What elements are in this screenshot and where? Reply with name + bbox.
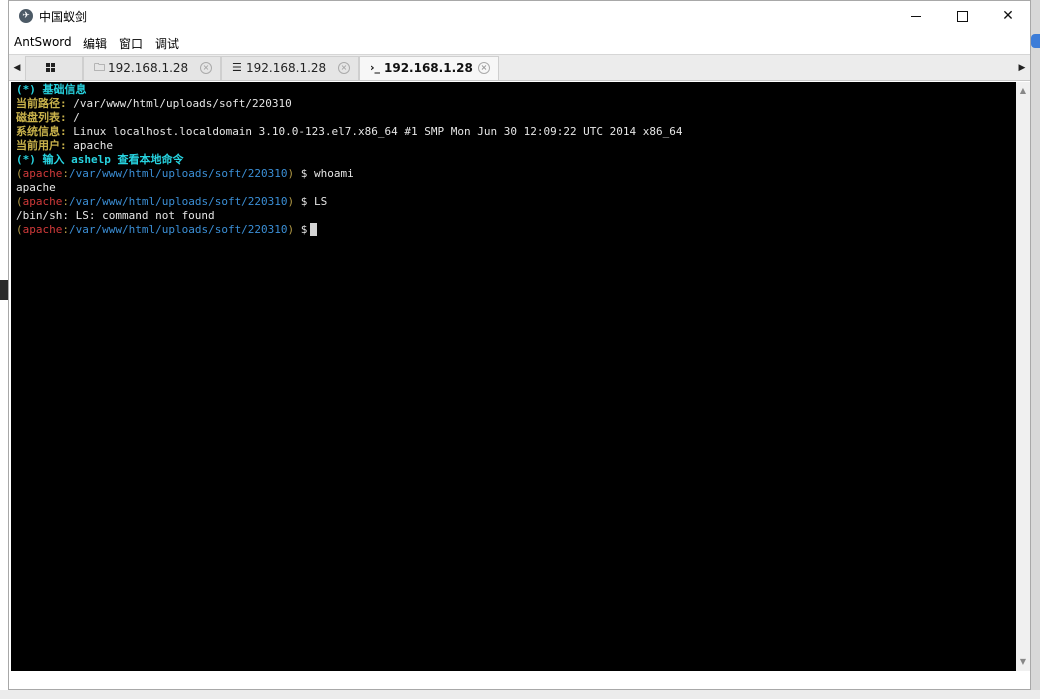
user-value: apache xyxy=(66,139,113,152)
menu-edit[interactable]: 编辑 xyxy=(83,35,107,52)
maximize-button[interactable] xyxy=(939,1,985,31)
grid-icon xyxy=(46,63,56,73)
tab-label: 192.168.1.28 xyxy=(108,61,189,75)
maximize-icon xyxy=(956,10,968,22)
background-window-right xyxy=(1031,0,1040,699)
terminal-cursor[interactable] xyxy=(310,223,318,236)
tab-file-manager[interactable]: 🗀 192.168.1.28 × xyxy=(83,56,221,80)
path-label: 当前路径: xyxy=(16,97,67,110)
disk-value: / xyxy=(66,111,80,124)
help-line: (*) 输入 ashelp 查看本地命令 xyxy=(16,153,184,166)
menu-bar: AntSword 编辑 窗口 调试 xyxy=(9,31,1030,53)
tab-label: 192.168.1.28 xyxy=(246,61,327,75)
command-text: LS xyxy=(307,195,328,208)
command-output: apache xyxy=(16,181,56,194)
active-prompt-line: (apache:/var/www/html/uploads/soft/22031… xyxy=(16,223,683,237)
prompt-path: /var/www/html/uploads/soft/220310 xyxy=(69,223,288,236)
system-label: 系统信息: xyxy=(16,125,67,138)
antsword-window: ✈ 中国蚁剑 ✕ AntSword 编辑 窗口 调试 ◀ 🗀 192.168.1… xyxy=(8,0,1031,690)
background-window-bottom xyxy=(0,690,1040,699)
terminal-icon: ›_ xyxy=(370,61,381,74)
prompt-symbol: $ xyxy=(300,223,308,236)
info-header: (*) 基础信息 xyxy=(16,83,87,96)
user-line: 当前用户: apache xyxy=(16,139,683,153)
menu-debug[interactable]: 调试 xyxy=(155,35,179,52)
user-label: 当前用户: xyxy=(16,139,67,152)
tab-database[interactable]: ☰ 192.168.1.28 × xyxy=(221,56,359,80)
tab-terminal[interactable]: ›_ 192.168.1.28 × xyxy=(359,56,499,80)
prompt-line: (apache:/var/www/html/uploads/soft/22031… xyxy=(16,195,328,208)
terminal-scrollbar[interactable]: ▲ ▼ xyxy=(1016,82,1030,671)
title-bar[interactable]: ✈ 中国蚁剑 ✕ xyxy=(9,1,1030,31)
prompt-line: (apache:/var/www/html/uploads/soft/22031… xyxy=(16,167,354,180)
prompt-user: apache xyxy=(22,195,63,208)
minimize-button[interactable] xyxy=(893,1,939,31)
prompt-path: /var/www/html/uploads/soft/220310 xyxy=(69,195,288,208)
tab-label: 192.168.1.28 xyxy=(384,61,473,75)
background-blue-accent xyxy=(1031,34,1040,48)
minimize-icon xyxy=(911,15,921,17)
path-line: 当前路径: /var/www/html/uploads/soft/220310 xyxy=(16,97,683,111)
terminal-output[interactable]: (*) 基础信息 当前路径: /var/www/html/uploads/sof… xyxy=(11,82,1016,671)
tab-bar: ◀ 🗀 192.168.1.28 × ☰ 192.168.1.28 × ›_ 1… xyxy=(9,54,1030,81)
tab-close-icon[interactable]: × xyxy=(478,62,490,74)
antsword-logo-icon: ✈ xyxy=(19,9,33,23)
tab-scroll-left-button[interactable]: ◀ xyxy=(10,56,24,80)
scroll-down-icon[interactable]: ▼ xyxy=(1016,655,1030,669)
tab-scroll-right-button[interactable]: ▶ xyxy=(1015,56,1029,80)
folder-icon: 🗀 xyxy=(94,61,105,74)
tab-home[interactable] xyxy=(25,56,83,80)
close-icon: ✕ xyxy=(1002,8,1014,24)
system-value: Linux localhost.localdomain 3.10.0-123.e… xyxy=(66,125,683,138)
menu-antsword[interactable]: AntSword xyxy=(14,35,72,49)
command-output: /bin/sh: LS: command not found xyxy=(16,209,215,222)
disk-line: 磁盘列表: / xyxy=(16,111,683,125)
window-title: 中国蚁剑 xyxy=(39,10,88,24)
prompt-user: apache xyxy=(22,223,63,236)
system-line: 系统信息: Linux localhost.localdomain 3.10.0… xyxy=(16,125,683,139)
database-icon: ☰ xyxy=(232,61,242,74)
background-dark-strip xyxy=(0,280,8,300)
command-text: whoami xyxy=(307,167,354,180)
tab-close-icon[interactable]: × xyxy=(200,62,212,74)
scroll-up-icon[interactable]: ▲ xyxy=(1016,84,1030,98)
terminal-lines: (*) 基础信息 当前路径: /var/www/html/uploads/sof… xyxy=(16,83,683,237)
tab-close-icon[interactable]: × xyxy=(338,62,350,74)
path-value: /var/www/html/uploads/soft/220310 xyxy=(66,97,292,110)
prompt-user: apache xyxy=(22,167,63,180)
prompt-path: /var/www/html/uploads/soft/220310 xyxy=(69,167,288,180)
disk-label: 磁盘列表: xyxy=(16,111,67,124)
menu-window[interactable]: 窗口 xyxy=(119,35,143,52)
close-window-button[interactable]: ✕ xyxy=(985,1,1031,31)
background-window-left xyxy=(0,0,8,699)
